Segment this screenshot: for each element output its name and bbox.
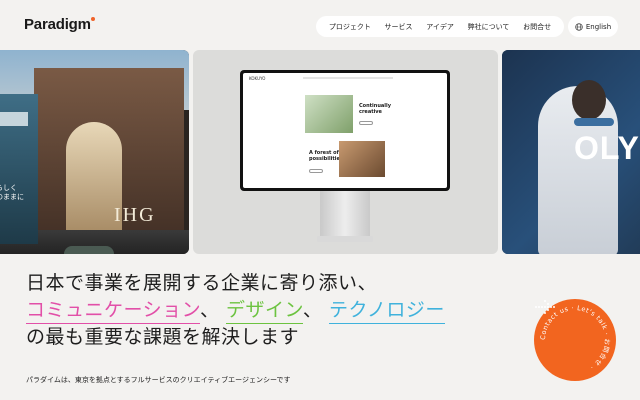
globe-icon xyxy=(575,22,583,31)
billboard-sign xyxy=(0,112,28,126)
screen-image-1 xyxy=(305,95,353,133)
screen-logo: KOKUYO xyxy=(249,76,266,81)
screen-card-1-title: Continually creative xyxy=(359,103,391,115)
nav-item-about[interactable]: 弊社について xyxy=(468,22,510,32)
language-label: English xyxy=(585,22,612,31)
logo-dot xyxy=(91,17,95,21)
monitor-screen: KOKUYO Continually creative A forest of … xyxy=(243,73,447,188)
agency-description: パラダイムは、東京を拠点とするフルサービスのクリエイティブエージェンシーです xyxy=(26,376,291,384)
nav-item-contact[interactable]: お問合せ xyxy=(523,22,551,32)
separator: 、 xyxy=(302,299,323,321)
hero-image-monitor[interactable]: KOKUYO Continually creative A forest of … xyxy=(193,50,498,254)
nav-item-projects[interactable]: プロジェクト xyxy=(329,22,371,32)
screen-card-1-button xyxy=(359,121,373,125)
headline-line-3: の最も重要な課題を解決します xyxy=(26,326,300,348)
vintage-car xyxy=(64,246,114,254)
headline-line-1: 日本で事業を展開する企業に寄り添い、 xyxy=(26,272,378,294)
nav-item-services[interactable]: サービス xyxy=(385,22,413,32)
screen-nav xyxy=(303,77,393,79)
nav-item-ideas[interactable]: アイデア xyxy=(426,22,454,32)
hero-image-lab[interactable]: OLY xyxy=(502,50,640,254)
brand-letters: OLY xyxy=(574,130,640,166)
hero-image-hotel[interactable]: IHG らしく のままに xyxy=(0,50,189,254)
keyword-communication: コミュニケーション xyxy=(26,299,200,324)
contact-ring-jp: お問合せ · xyxy=(588,338,611,371)
keyword-design: デザイン xyxy=(226,299,303,324)
contact-button[interactable]: Contact us · Let's talk · お問合せ · xyxy=(534,299,616,381)
billboard-text: らしく のままに xyxy=(0,184,24,201)
monitor-stand xyxy=(320,191,370,236)
dotted-arrow-icon xyxy=(535,300,555,314)
screen-image-2 xyxy=(339,141,385,177)
hero-headline: 日本で事業を展開する企業に寄り添い、 コミュニケーション、 デザイン、 テクノロ… xyxy=(26,270,446,351)
monitor-display: KOKUYO Continually creative A forest of … xyxy=(240,70,450,191)
headline-line-2: コミュニケーション、 デザイン、 テクノロジー xyxy=(26,297,446,324)
person-head xyxy=(572,80,606,120)
monitor-base xyxy=(317,236,373,242)
separator: 、 xyxy=(199,299,220,321)
keyword-technology: テクノロジー xyxy=(328,299,445,324)
brand-logo[interactable]: Paradigm xyxy=(24,16,91,33)
main-nav: プロジェクト サービス アイデア 弊社について お問合せ xyxy=(316,16,564,37)
hotel-sign-text: IHG xyxy=(114,204,156,226)
safety-goggles xyxy=(574,118,614,126)
screen-card-2-button xyxy=(309,169,323,173)
language-switcher[interactable]: English xyxy=(568,16,618,37)
